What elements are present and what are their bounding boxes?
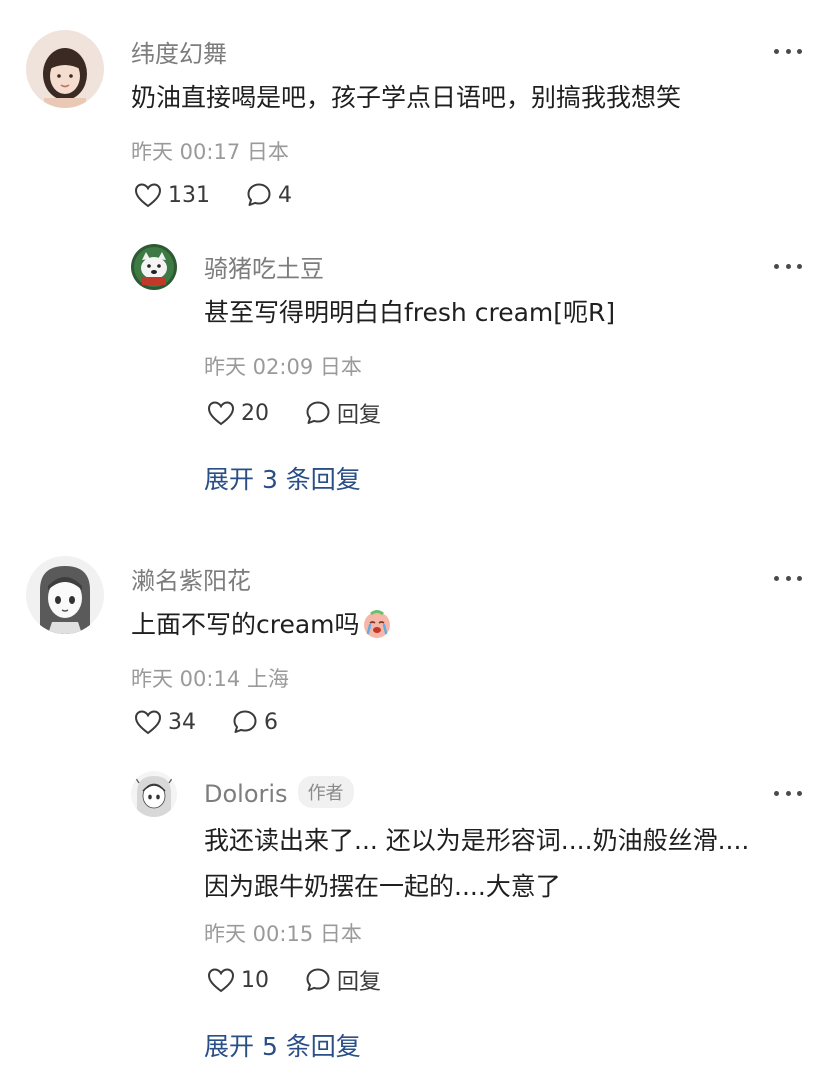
comment-text-body: 上面不写的cream吗	[131, 610, 360, 639]
speech-bubble-icon	[306, 968, 330, 991]
avatar-manga-icon	[26, 556, 104, 634]
more-dots-icon[interactable]	[774, 573, 802, 583]
reply-count: 6	[264, 709, 278, 735]
comment-text: 上面不写的cream吗	[131, 602, 392, 648]
comment-item: 濑名紫阳花 上面不写的cream吗 昨天 00:14 上海 34 6 Dolor…	[0, 0, 834, 1072]
heart-outline-icon	[134, 710, 162, 735]
expand-replies-link[interactable]: 展开 5 条回复	[204, 1027, 361, 1063]
reply-label: 回复	[337, 970, 382, 995]
comment-button[interactable]: 6	[232, 709, 278, 735]
more-dots-icon[interactable]	[774, 788, 802, 798]
comment-meta: 昨天 00:14 上海	[131, 667, 289, 691]
reply-button[interactable]: 回复	[305, 964, 381, 996]
author-badge: 作者	[297, 776, 354, 808]
reply-username: Doloris 作者	[204, 776, 354, 808]
reply-username-text[interactable]: Doloris	[204, 780, 288, 808]
like-button[interactable]: 10	[207, 967, 269, 993]
like-button[interactable]: 34	[134, 709, 196, 735]
comment-username[interactable]: 濑名紫阳花	[131, 561, 251, 596]
reply-text-line: 因为跟牛奶摆在一起的....大意了	[204, 872, 561, 901]
reply-meta: 昨天 00:15 日本	[204, 922, 362, 946]
avatar[interactable]	[26, 556, 104, 634]
reply-text: 我还读出来了... 还以为是形容词....奶油般丝滑.... 因为跟牛奶摆在一起…	[204, 818, 749, 910]
like-count: 10	[241, 967, 269, 993]
reply-text-line: 我还读出来了... 还以为是形容词....奶油般丝滑....	[204, 826, 750, 855]
avatar[interactable]	[131, 771, 177, 817]
speech-bubble-icon	[233, 710, 257, 733]
like-count: 34	[168, 709, 196, 735]
avatar-manga-icon	[131, 771, 177, 817]
heart-outline-icon	[207, 968, 235, 993]
crying-face-emoji	[363, 610, 390, 638]
